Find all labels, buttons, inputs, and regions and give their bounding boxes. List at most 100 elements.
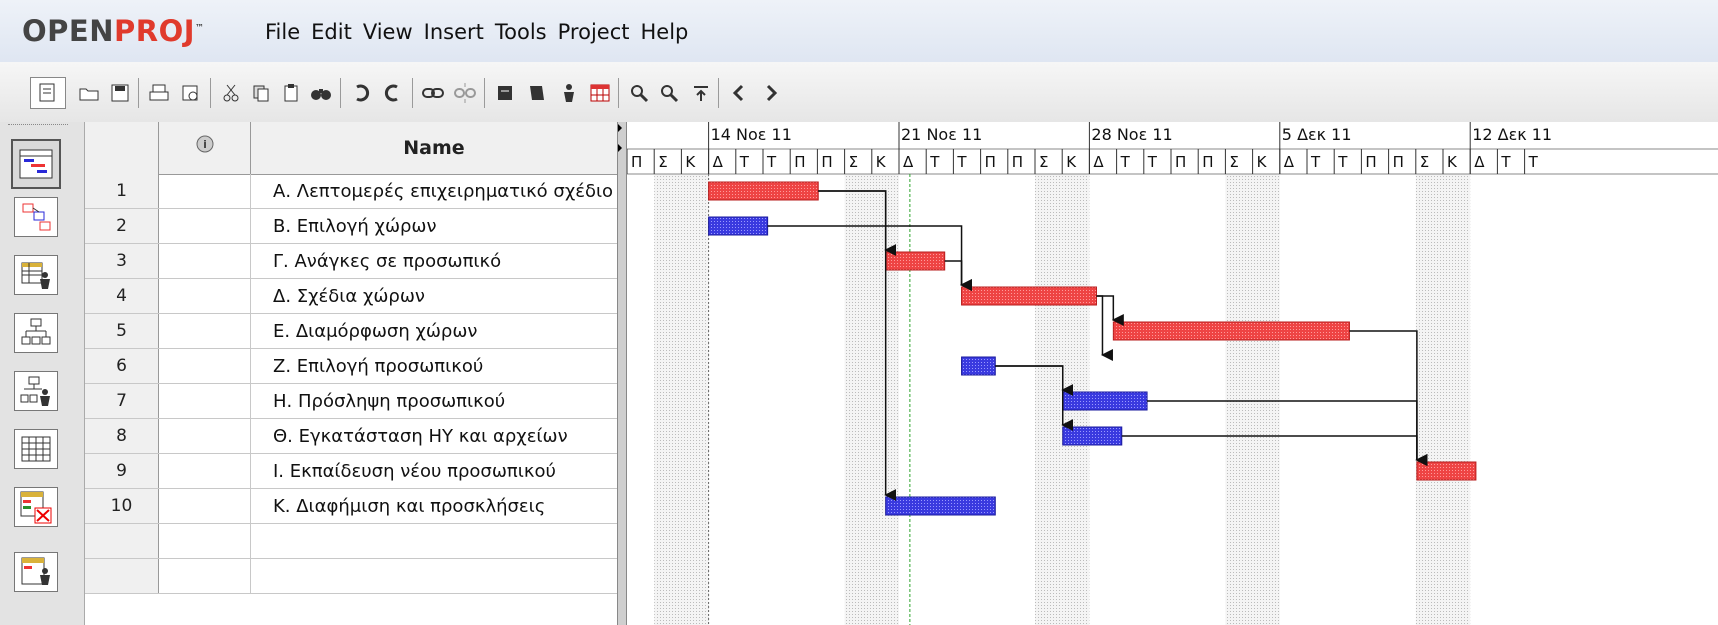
critical-task-bar[interactable]: [1416, 461, 1477, 481]
open-icon[interactable]: [76, 79, 102, 107]
indicator-cell[interactable]: [159, 174, 251, 208]
row-number[interactable]: 3: [85, 244, 159, 278]
task-name-cell[interactable]: Ε. Διαμόρφωση χώρων: [251, 314, 617, 348]
table-row[interactable]: 5 Ε. Διαμόρφωση χώρων: [85, 314, 617, 349]
menu-view[interactable]: View: [363, 20, 413, 44]
task-name-cell[interactable]: Θ. Εγκατάσταση ΗΥ και αρχείων: [251, 419, 617, 453]
menu-help[interactable]: Help: [640, 20, 688, 44]
row-number[interactable]: 6: [85, 349, 159, 383]
row-number[interactable]: 7: [85, 384, 159, 418]
indicator-cell[interactable]: [159, 524, 251, 558]
indicator-cell[interactable]: [159, 244, 251, 278]
header-name[interactable]: Name: [251, 122, 617, 174]
critical-task-bar[interactable]: [961, 286, 1097, 306]
task-name-cell[interactable]: Δ. Σχέδια χώρων: [251, 279, 617, 313]
task-info-icon[interactable]: [492, 79, 518, 107]
empty-row[interactable]: [85, 524, 617, 559]
calendar-icon[interactable]: [586, 79, 614, 107]
critical-task-bar[interactable]: [1112, 321, 1350, 341]
filter-icon[interactable]: [688, 79, 714, 107]
task-name-cell[interactable]: Ι. Εκπαίδευση νέου προσωπικού: [251, 454, 617, 488]
resource-view-icon[interactable]: [14, 255, 58, 295]
row-number[interactable]: 8: [85, 419, 159, 453]
delete-view-icon[interactable]: [14, 487, 58, 527]
row-number[interactable]: 2: [85, 209, 159, 243]
table-row[interactable]: 6 Ζ. Επιλογή προσωπικού: [85, 349, 617, 384]
menu-insert[interactable]: Insert: [424, 20, 484, 44]
find-icon[interactable]: [308, 79, 334, 107]
notes-icon[interactable]: [524, 79, 550, 107]
task-bar[interactable]: [1062, 426, 1123, 446]
wbs-view-icon[interactable]: [14, 313, 58, 353]
table-row[interactable]: 3 Γ. Ανάγκες σε προσωπικό: [85, 244, 617, 279]
task-bar[interactable]: [885, 496, 996, 516]
task-bar[interactable]: [961, 356, 996, 376]
row-number[interactable]: 9: [85, 454, 159, 488]
task-name-cell[interactable]: Α. Λεπτομερές επιχειρηματικό σχέδιο: [251, 174, 617, 208]
redo-icon[interactable]: [380, 79, 406, 107]
undo-icon[interactable]: [348, 79, 374, 107]
indicator-cell[interactable]: [159, 209, 251, 243]
menu-edit[interactable]: Edit: [311, 20, 352, 44]
indicator-cell[interactable]: [159, 454, 251, 488]
indicator-cell[interactable]: [159, 559, 251, 593]
menu-tools[interactable]: Tools: [495, 20, 547, 44]
pane-splitter[interactable]: [617, 122, 627, 625]
table-row[interactable]: 2 Β. Επιλογή χώρων: [85, 209, 617, 244]
gantt-view-icon[interactable]: [11, 139, 61, 189]
table-row[interactable]: 10 Κ. Διαφήμιση και προσκλήσεις: [85, 489, 617, 524]
indicator-cell[interactable]: [159, 384, 251, 418]
expand-arrow-icon[interactable]: [618, 144, 622, 152]
row-number[interactable]: [85, 524, 159, 558]
table-row[interactable]: 8 Θ. Εγκατάσταση ΗΥ και αρχείων: [85, 419, 617, 454]
empty-row[interactable]: [85, 559, 617, 594]
table-row[interactable]: 7 Η. Πρόσληψη προσωπικού: [85, 384, 617, 419]
zoom-out-icon[interactable]: [656, 79, 682, 107]
header-row-number[interactable]: [85, 122, 159, 174]
print-preview-icon[interactable]: [178, 79, 204, 107]
row-number[interactable]: 4: [85, 279, 159, 313]
zoom-in-icon[interactable]: [626, 79, 652, 107]
menu-project[interactable]: Project: [558, 20, 630, 44]
row-number[interactable]: [85, 559, 159, 593]
weekend-shade: [1443, 174, 1471, 625]
report-view-icon[interactable]: [14, 429, 58, 469]
cut-icon[interactable]: [218, 79, 244, 107]
network-view-icon[interactable]: [14, 197, 58, 237]
row-number[interactable]: 5: [85, 314, 159, 348]
paste-icon[interactable]: [278, 79, 304, 107]
unlink-icon[interactable]: [452, 79, 478, 107]
scroll-left-icon[interactable]: [726, 79, 752, 107]
header-indicators[interactable]: i: [159, 122, 251, 174]
task-name-cell[interactable]: Γ. Ανάγκες σε προσωπικό: [251, 244, 617, 278]
indicator-cell[interactable]: [159, 314, 251, 348]
table-row[interactable]: 1 Α. Λεπτομερές επιχειρηματικό σχέδιο: [85, 174, 617, 209]
critical-task-bar[interactable]: [885, 251, 946, 271]
row-number[interactable]: 10: [85, 489, 159, 523]
task-name-cell[interactable]: Κ. Διαφήμιση και προσκλήσεις: [251, 489, 617, 523]
task-name-cell[interactable]: Ζ. Επιλογή προσωπικού: [251, 349, 617, 383]
indicator-cell[interactable]: [159, 489, 251, 523]
task-name-cell[interactable]: Β. Επιλογή χώρων: [251, 209, 617, 243]
task-name-cell[interactable]: Η. Πρόσληψη προσωπικού: [251, 384, 617, 418]
copy-icon[interactable]: [248, 79, 274, 107]
save-icon[interactable]: [107, 79, 133, 107]
indicator-cell[interactable]: [159, 419, 251, 453]
indicator-cell[interactable]: [159, 349, 251, 383]
row-number[interactable]: 1: [85, 174, 159, 208]
indicator-cell[interactable]: [159, 279, 251, 313]
table-row[interactable]: 4 Δ. Σχέδια χώρων: [85, 279, 617, 314]
scroll-right-icon[interactable]: [758, 79, 784, 107]
assign-resources-icon[interactable]: [556, 79, 582, 107]
new-icon[interactable]: [30, 77, 66, 109]
menu-file[interactable]: File: [265, 20, 300, 44]
resource-usage-icon[interactable]: [14, 552, 58, 592]
table-row[interactable]: 9 Ι. Εκπαίδευση νέου προσωπικού: [85, 454, 617, 489]
critical-task-bar[interactable]: [708, 181, 819, 201]
link-icon[interactable]: [420, 79, 446, 107]
task-bar[interactable]: [1062, 391, 1148, 411]
rbs-view-icon[interactable]: [14, 371, 58, 411]
task-bar[interactable]: [708, 216, 769, 236]
print-icon[interactable]: [146, 79, 172, 107]
collapse-arrow-icon[interactable]: [618, 124, 622, 132]
